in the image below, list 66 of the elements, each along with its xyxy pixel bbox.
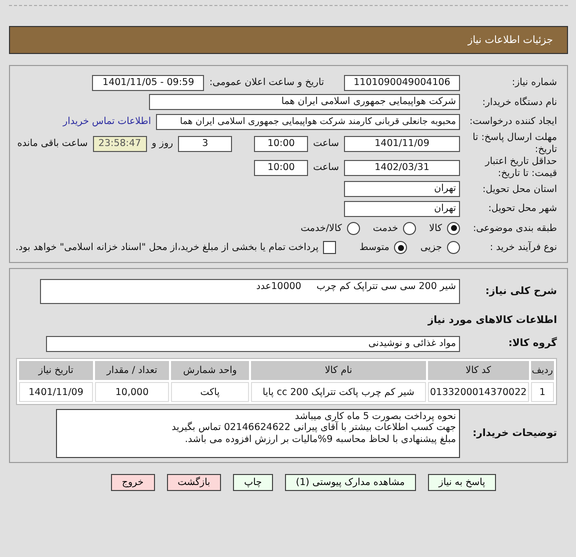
table-cell: 0133200014370022 — [428, 382, 529, 402]
field-label: جزیی — [420, 242, 442, 254]
input-field[interactable]: 1401/11/09 — [344, 136, 460, 152]
column-header: تعداد / مقدار — [95, 361, 169, 380]
input-field[interactable]: 1402/03/31 — [344, 160, 460, 176]
countdown-field[interactable]: 23:58:47 — [92, 136, 147, 152]
radio-button[interactable] — [403, 222, 416, 235]
radio-button[interactable] — [346, 222, 360, 235]
column-header: کد کالا — [428, 361, 529, 380]
field-label: کالا — [429, 222, 442, 234]
field-label: متوسط — [359, 242, 390, 254]
field-label: نوع فرآیند خرید : — [488, 242, 557, 254]
radio-button[interactable] — [447, 222, 460, 235]
table-cell: 1401/11/09 — [19, 382, 93, 402]
section-heading: اطلاعات کالاهای مورد نیاز — [428, 315, 557, 326]
note-line: جهت کسب اطلاعات بیشتر با آقای پیرانی 02146624622 تماس بگیرید — [170, 422, 456, 434]
action-button[interactable]: بازگشت — [166, 474, 222, 491]
table-cell: 10,000 — [95, 382, 169, 402]
action-button[interactable]: مشاهده مدارک پیوستی (1) — [284, 474, 416, 491]
input-field[interactable]: مواد غذائی و نوشیدنی — [46, 336, 460, 352]
action-button[interactable]: چاپ — [233, 474, 273, 491]
input-field[interactable]: 10:00 — [254, 160, 308, 176]
field-label: تاریخ و ساعت اعلان عمومی: — [209, 77, 324, 88]
field-label: ساعت باقی مانده — [17, 138, 88, 149]
field-label: نام دستگاه خریدار: — [481, 96, 557, 108]
field-label: کالا/خدمت — [300, 222, 342, 234]
input-field[interactable]: شیر 200 سی سی تتراپک کم چرب 10000عدد — [40, 279, 460, 304]
field-label: طبقه بندی موضوعی: — [472, 222, 557, 234]
input-field[interactable]: شرکت هواپیمایی جمهوری اسلامی ایران هما — [149, 94, 460, 110]
header-title: جزئیات اطلاعات نیاز — [468, 34, 553, 46]
field-label: روز و — [152, 138, 174, 149]
table-cell: پاکت — [171, 382, 249, 402]
column-header: واحد شمارش — [171, 361, 249, 380]
field-label: شرح کلی نیاز: — [484, 286, 557, 298]
checkbox[interactable] — [323, 241, 336, 254]
field-label: ایجاد کننده درخواست: — [468, 116, 557, 128]
field-label: گروه کالا: — [507, 338, 557, 350]
field-label: ساعت — [313, 162, 339, 173]
action-button[interactable]: پاسخ به نیاز — [428, 474, 496, 491]
input-field[interactable]: تهران — [344, 181, 460, 198]
field-label: استان محل تحویل: — [481, 184, 557, 195]
action-button[interactable]: خروج — [110, 474, 155, 491]
note-line: نحوه پرداخت بصورت 5 ماه کاری میباشد — [294, 411, 456, 422]
radio-button[interactable] — [447, 241, 460, 254]
column-header: نام کالا — [251, 361, 426, 380]
input-field[interactable]: 3 — [178, 136, 232, 152]
field-label: توضیحات خریدار: — [472, 428, 557, 440]
field-label: ساعت — [313, 138, 339, 149]
field-label: حداقل تاریخ اعتبار قیمت: تا تاریخ: — [484, 156, 557, 179]
table-cell: 1 — [530, 382, 554, 402]
field-label: مهلت ارسال پاسخ: تا تاریخ: — [472, 132, 557, 155]
column-header: ردیف — [530, 361, 554, 380]
field-label: شماره نیاز: — [510, 77, 557, 88]
note-line: مبلغ پیشنهادی با لحاظ محاسبه 9%مالیات بر ارزش افزوده می باشد. — [184, 434, 456, 446]
field-label: شهر محل تحویل: — [487, 203, 557, 214]
input-field[interactable]: 1101090049004106 — [344, 74, 460, 91]
field-label: پرداخت تمام یا بخشی از مبلغ خرید،از محل "اسناد خزانه اسلامی" خواهد بود. — [16, 242, 318, 254]
input-field[interactable]: 1401/11/05 - 09:59 — [92, 74, 204, 91]
column-header: تاریخ نیاز — [19, 361, 93, 380]
input-field[interactable]: 10:00 — [254, 136, 308, 152]
input-field[interactable]: محبوبه جانعلی قربانی کارمند شرکت هواپیمایی جمهوری اسلامی ایران هما — [156, 114, 460, 130]
input-field[interactable]: تهران — [344, 200, 460, 217]
contact-link[interactable]: اطلاعات تماس خریدار — [62, 116, 151, 128]
radio-button[interactable] — [394, 241, 408, 254]
table-cell: شیر کم چرب پاکت تتراپک 200 cc پایا — [251, 382, 426, 402]
field-label: خدمت — [372, 222, 398, 234]
